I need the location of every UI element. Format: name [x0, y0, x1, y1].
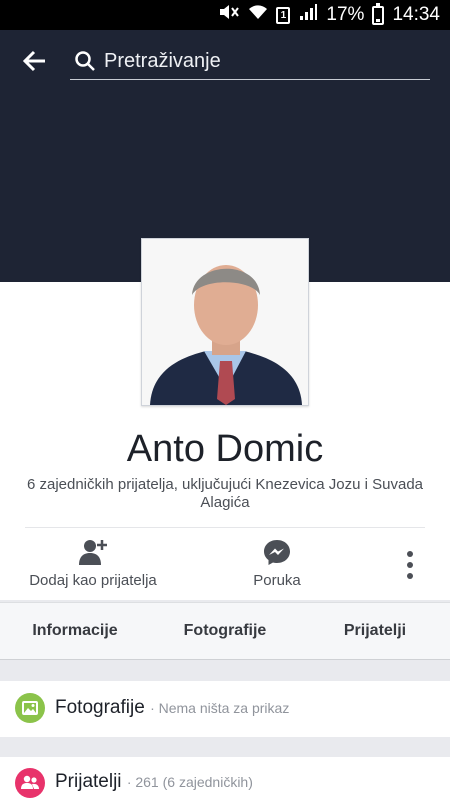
mute-icon: [218, 3, 240, 27]
search-bar[interactable]: [70, 44, 430, 80]
battery-icon: [372, 2, 385, 25]
tab-informacije[interactable]: Informacije: [0, 603, 150, 659]
person-photo-icon: [142, 239, 308, 405]
message-label: Poruka: [253, 572, 301, 589]
message-button[interactable]: Poruka: [232, 538, 322, 594]
friends-section-title: Prijatelji · 261 (6 zajedničkih): [55, 771, 253, 793]
profile-tabs: Informacije Fotografije Prijatelji: [0, 602, 450, 660]
profile-name: Anto Domic: [126, 428, 324, 470]
tab-fotografije[interactable]: Fotografije: [150, 603, 300, 659]
divider: [25, 527, 425, 528]
profile-picture[interactable]: [141, 238, 309, 406]
more-vertical-icon: [407, 551, 413, 579]
status-bar: 1 17% 14:34: [0, 0, 450, 30]
photos-icon: [15, 693, 45, 723]
photos-section-title: Fotografije · Nema ništa za prikaz: [55, 697, 289, 719]
photos-subtitle: · Nema ništa za prikaz: [150, 700, 290, 716]
mutual-friends-text: 6 zajedničkih prijatelja, uključujući Kn…: [26, 476, 424, 511]
photos-section[interactable]: Fotografije · Nema ništa za prikaz: [0, 681, 450, 737]
signal-icon: [298, 3, 318, 27]
section-gap: [0, 660, 450, 680]
messenger-icon: [264, 540, 290, 565]
sim-icon: 1: [276, 6, 291, 24]
wifi-icon: [248, 3, 268, 27]
friends-subtitle: · 261 (6 zajedničkih): [126, 774, 253, 790]
arrow-left-icon: [22, 50, 45, 72]
photos-title: Fotografije: [55, 697, 145, 718]
add-friend-icon: [79, 540, 107, 565]
clock: 14:34: [392, 4, 440, 25]
add-friend-label: Dodaj kao prijatelja: [29, 572, 157, 589]
search-icon: [75, 51, 95, 71]
friends-icon: [15, 768, 45, 798]
battery-percent: 17%: [326, 4, 365, 25]
tab-prijatelji[interactable]: Prijatelji: [300, 603, 450, 659]
search-input[interactable]: [104, 44, 424, 78]
more-options-button[interactable]: [394, 548, 426, 582]
friends-title: Prijatelji: [55, 771, 122, 792]
add-friend-button[interactable]: Dodaj kao prijatelja: [20, 538, 166, 594]
friends-section[interactable]: Prijatelji · 261 (6 zajedničkih): [0, 757, 450, 800]
back-button[interactable]: [20, 46, 50, 76]
